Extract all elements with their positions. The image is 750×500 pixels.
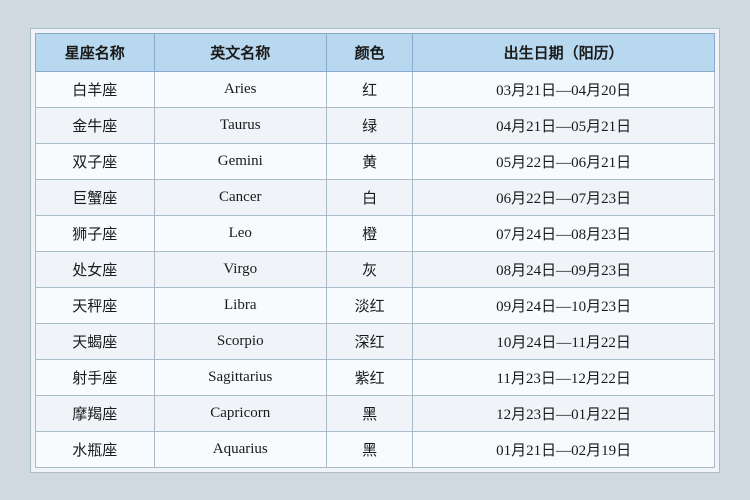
cell-date: 01月21日—02月19日: [413, 431, 715, 467]
cell-color: 黄: [326, 143, 412, 179]
cell-color: 紫红: [326, 359, 412, 395]
cell-en: Aquarius: [154, 431, 326, 467]
cell-zh: 水瓶座: [36, 431, 155, 467]
cell-zh: 天秤座: [36, 287, 155, 323]
header-en: 英文名称: [154, 33, 326, 71]
cell-en: Capricorn: [154, 395, 326, 431]
cell-color: 黑: [326, 431, 412, 467]
cell-color: 灰: [326, 251, 412, 287]
cell-color: 橙: [326, 215, 412, 251]
cell-zh: 天蝎座: [36, 323, 155, 359]
cell-en: Libra: [154, 287, 326, 323]
header-color: 颜色: [326, 33, 412, 71]
header-date: 出生日期（阳历）: [413, 33, 715, 71]
table-row: 狮子座Leo橙07月24日—08月23日: [36, 215, 715, 251]
cell-en: Virgo: [154, 251, 326, 287]
cell-zh: 双子座: [36, 143, 155, 179]
cell-date: 10月24日—11月22日: [413, 323, 715, 359]
table-row: 天秤座Libra淡红09月24日—10月23日: [36, 287, 715, 323]
cell-color: 红: [326, 71, 412, 107]
cell-en: Scorpio: [154, 323, 326, 359]
cell-zh: 金牛座: [36, 107, 155, 143]
cell-color: 白: [326, 179, 412, 215]
cell-zh: 巨蟹座: [36, 179, 155, 215]
cell-date: 09月24日—10月23日: [413, 287, 715, 323]
cell-color: 绿: [326, 107, 412, 143]
cell-color: 黑: [326, 395, 412, 431]
cell-date: 12月23日—01月22日: [413, 395, 715, 431]
table-row: 水瓶座Aquarius黑01月21日—02月19日: [36, 431, 715, 467]
table-row: 处女座Virgo灰08月24日—09月23日: [36, 251, 715, 287]
table-row: 白羊座Aries红03月21日—04月20日: [36, 71, 715, 107]
cell-zh: 射手座: [36, 359, 155, 395]
table-row: 双子座Gemini黄05月22日—06月21日: [36, 143, 715, 179]
table-header-row: 星座名称 英文名称 颜色 出生日期（阳历）: [36, 33, 715, 71]
cell-en: Leo: [154, 215, 326, 251]
table-row: 天蝎座Scorpio深红10月24日—11月22日: [36, 323, 715, 359]
cell-color: 深红: [326, 323, 412, 359]
cell-en: Gemini: [154, 143, 326, 179]
cell-date: 05月22日—06月21日: [413, 143, 715, 179]
cell-date: 03月21日—04月20日: [413, 71, 715, 107]
table-row: 摩羯座Capricorn黑12月23日—01月22日: [36, 395, 715, 431]
cell-date: 07月24日—08月23日: [413, 215, 715, 251]
zodiac-table-wrapper: 星座名称 英文名称 颜色 出生日期（阳历） 白羊座Aries红03月21日—04…: [30, 28, 720, 473]
table-row: 射手座Sagittarius紫红11月23日—12月22日: [36, 359, 715, 395]
cell-zh: 狮子座: [36, 215, 155, 251]
cell-color: 淡红: [326, 287, 412, 323]
cell-en: Sagittarius: [154, 359, 326, 395]
cell-en: Taurus: [154, 107, 326, 143]
header-zh: 星座名称: [36, 33, 155, 71]
cell-date: 04月21日—05月21日: [413, 107, 715, 143]
zodiac-table: 星座名称 英文名称 颜色 出生日期（阳历） 白羊座Aries红03月21日—04…: [35, 33, 715, 468]
cell-zh: 摩羯座: [36, 395, 155, 431]
table-row: 巨蟹座Cancer白06月22日—07月23日: [36, 179, 715, 215]
cell-en: Cancer: [154, 179, 326, 215]
table-row: 金牛座Taurus绿04月21日—05月21日: [36, 107, 715, 143]
cell-date: 11月23日—12月22日: [413, 359, 715, 395]
cell-zh: 白羊座: [36, 71, 155, 107]
cell-zh: 处女座: [36, 251, 155, 287]
cell-en: Aries: [154, 71, 326, 107]
cell-date: 08月24日—09月23日: [413, 251, 715, 287]
cell-date: 06月22日—07月23日: [413, 179, 715, 215]
